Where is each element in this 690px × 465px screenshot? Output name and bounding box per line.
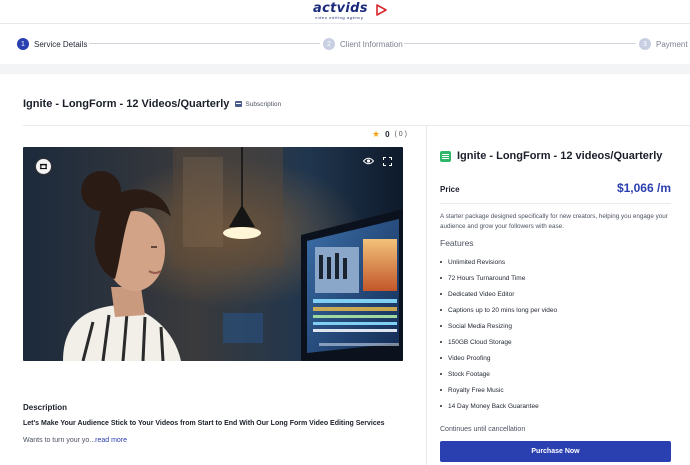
feature-item: Stock Footage xyxy=(440,366,557,382)
badge-label: Subscription xyxy=(245,100,282,108)
step-label: Payment xyxy=(656,39,688,49)
step-number: 3 xyxy=(639,38,651,50)
page-title: Ignite - LongForm - 12 Videos/Quarterly … xyxy=(23,98,281,110)
divider xyxy=(426,126,427,465)
step-payment[interactable]: 3 Payment xyxy=(639,37,688,51)
product-title: Ignite - LongForm - 12 Videos/Quarterly xyxy=(23,98,230,110)
purchase-now-button[interactable]: Purchase Now xyxy=(440,441,671,462)
fullscreen-icon-glyph xyxy=(382,156,392,166)
logo-wordmark: actvids xyxy=(313,1,368,16)
feature-item: Video Proofing xyxy=(440,350,557,366)
film-reel-glyph: 🎞 xyxy=(39,163,48,171)
step-number: 2 xyxy=(323,38,335,50)
video-thumbnail xyxy=(23,147,403,361)
package-title: Ignite - LongForm - 12 videos/Quarterly xyxy=(440,150,662,162)
eye-icon[interactable] xyxy=(361,154,375,168)
step-number: 1 xyxy=(17,38,29,50)
eye-icon-glyph xyxy=(362,157,374,165)
description-headline: Let's Make Your Audience Stick to Your V… xyxy=(23,420,385,427)
price-row: Price $1,066 /m xyxy=(440,181,671,195)
feature-item: Royalty Free Music xyxy=(440,382,557,398)
checkout-stepper: 1 Service Details 2 Client Information 3… xyxy=(0,24,690,64)
step-connector xyxy=(404,43,636,44)
product-rating[interactable]: ★ 0 ( 0 ) xyxy=(372,129,407,140)
price-label: Price xyxy=(440,185,460,194)
service-card: Ignite - LongForm - 12 Videos/Quarterly … xyxy=(0,74,690,465)
features-heading: Features xyxy=(440,238,474,248)
subscription-badge: Subscription xyxy=(235,101,281,108)
features-list: Unlimited Revisions 72 Hours Turnaround … xyxy=(440,254,557,414)
feature-item: 150GB Cloud Storage xyxy=(440,334,557,350)
billing-note: Continues until cancellation xyxy=(440,426,526,433)
rating-value: 0 xyxy=(385,130,390,139)
step-client-information[interactable]: 2 Client Information xyxy=(323,37,403,51)
feature-item: Social Media Resizing xyxy=(440,318,557,334)
top-bar: actvids video editing agency xyxy=(0,0,690,24)
divider xyxy=(440,203,671,204)
step-connector xyxy=(89,43,320,44)
package-name: Ignite - LongForm - 12 videos/Quarterly xyxy=(457,150,663,162)
calendar-icon xyxy=(235,101,243,107)
fullscreen-icon[interactable] xyxy=(380,154,394,168)
play-icon xyxy=(376,4,387,16)
package-blurb: A starter package designed specifically … xyxy=(440,213,668,230)
feature-item: 14 Day Money Back Guarantee xyxy=(440,398,557,414)
price-value: $1,066 /m xyxy=(616,181,671,195)
brand-logo[interactable]: actvids video editing agency xyxy=(313,1,387,22)
description-heading: Description xyxy=(23,403,68,412)
feature-item: Dedicated Video Editor xyxy=(440,286,557,302)
review-count: ( 0 ) xyxy=(394,131,407,138)
feature-item: Unlimited Revisions xyxy=(440,254,557,270)
feature-item: 72 Hours Turnaround Time xyxy=(440,270,557,286)
pricing-panel: Ignite - LongForm - 12 videos/Quarterly … xyxy=(440,74,675,465)
step-label: Service Details xyxy=(34,39,88,49)
step-service-details[interactable]: 1 Service Details xyxy=(17,37,87,51)
film-reel-logo: 🎞 xyxy=(35,158,52,175)
video-player[interactable]: 🎞 xyxy=(23,147,403,361)
read-more-link[interactable]: read more xyxy=(95,437,127,444)
description-text: Wants to turn your yo... xyxy=(23,437,96,444)
star-icon: ★ xyxy=(372,129,381,139)
package-icon xyxy=(440,150,451,162)
step-label: Client Information xyxy=(340,39,403,49)
feature-item: Captions up to 20 mins long per video xyxy=(440,302,557,318)
description-excerpt: Wants to turn your yo...read more xyxy=(23,437,127,444)
logo-tagline: video editing agency xyxy=(315,15,364,20)
